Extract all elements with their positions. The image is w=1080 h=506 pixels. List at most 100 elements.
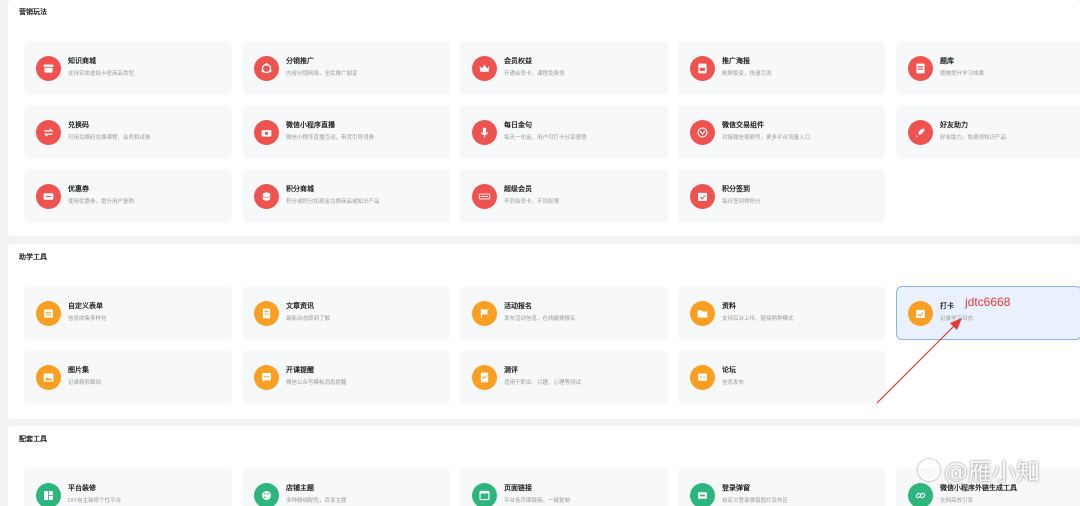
card-evaluation[interactable]: 测评 适用于职业、兴趣、心理等测试 xyxy=(460,350,668,404)
watermark: @雁小知 xyxy=(918,452,1040,487)
card-knowledge-mall[interactable]: 知识商城 支持实体虚拟卡密商品类型 xyxy=(24,41,232,95)
login-popup-icon xyxy=(690,483,715,506)
card-desc: 每天一句话，用户可打卡分享感悟 xyxy=(504,135,587,141)
card-title: 优惠券 xyxy=(68,186,89,193)
card-title: 超级会员 xyxy=(504,186,532,193)
card-member-benefits[interactable]: 会员权益 开通会员卡，课程免费领 xyxy=(460,41,668,95)
card-points-mall[interactable]: 积分商城 积分或积分加现金兑换商品或知识产品 xyxy=(242,169,450,223)
card-super-member[interactable]: 超级会员 不同会员卡，不同权限 xyxy=(460,169,668,223)
card-desc: 全网高效引流 xyxy=(940,498,974,504)
card-desc: 最新动态即刻了解 xyxy=(286,316,331,322)
forum-icon xyxy=(690,365,715,390)
card-desc: 微信公众号模板消息提醒 xyxy=(286,380,347,386)
poster-icon xyxy=(690,56,715,81)
layout-icon xyxy=(36,483,61,506)
card-desc: 不同会员卡，不同权限 xyxy=(504,199,560,205)
card-desc: 支持后台上传、链接两种模式 xyxy=(722,316,794,322)
card-forum[interactable]: 论坛 信息发布 xyxy=(678,350,886,404)
card-desc: 信息发布 xyxy=(722,380,745,386)
card-desc: 发布活动信息，在线缴费报名 xyxy=(504,316,576,322)
card-desc: 积分或积分加现金兑换商品或知识产品 xyxy=(286,199,380,205)
card-desc: 自定义登录弹窗图片及热区 xyxy=(722,498,789,504)
video-channel-icon xyxy=(690,120,715,145)
card-title: 打卡 xyxy=(940,303,954,310)
card-desc: 微信小程序直播互动，带货引导消费 xyxy=(286,135,375,141)
card-desc: 记录精彩瞬间 xyxy=(68,380,102,386)
calendar-check-icon xyxy=(690,184,715,209)
card-desc: DIY自主装修个性平台 xyxy=(68,498,122,504)
card-page-links[interactable]: 页面链接 平台各页面链接，一键复制 xyxy=(460,468,668,506)
browser-icon xyxy=(472,483,497,506)
card-class-reminder[interactable]: 开课提醒 微信公众号模板消息提醒 xyxy=(242,350,450,404)
card-articles[interactable]: 文章资讯 最新动态即刻了解 xyxy=(242,286,450,340)
share-icon xyxy=(254,56,279,81)
chat-bubble-icon xyxy=(254,365,279,390)
card-points-checkin[interactable]: 积分签到 每日签到得积分 xyxy=(678,169,886,223)
card-desc: 对接微信视频号，更多平台流量入口 xyxy=(722,135,811,141)
card-login-popup[interactable]: 登录弹窗 自定义登录弹窗图片及热区 xyxy=(678,468,886,506)
card-desc: 适用于职业、兴趣、心理等测试 xyxy=(504,380,582,386)
watermark-logo-icon xyxy=(918,458,940,481)
card-title: 平台装修 xyxy=(68,485,96,492)
card-promo-poster[interactable]: 推广海报 刷屏裂变，快速引流 xyxy=(678,41,886,95)
coupon-icon xyxy=(36,184,61,209)
card-coupon[interactable]: 优惠券 使用优惠券，提升用户复购 xyxy=(24,169,232,223)
folder-icon xyxy=(690,301,715,326)
evaluation-icon xyxy=(472,365,497,390)
flag-icon xyxy=(472,301,497,326)
card-title: 兑换码 xyxy=(68,122,89,129)
watermark-text: @雁小知 xyxy=(944,458,1040,486)
card-desc: 多种精细配色，百变主题 xyxy=(286,498,347,504)
svip-icon xyxy=(472,184,497,209)
card-desc: 题做提升学习效果 xyxy=(940,71,985,77)
card-title: 资料 xyxy=(722,303,736,310)
card-question-bank[interactable]: 题库 题做提升学习效果 xyxy=(896,41,1080,95)
card-title: 图片集 xyxy=(68,367,89,374)
card-redeem-code[interactable]: 兑换码 可用兑换码兑换课程、会员和试卷 xyxy=(24,105,232,159)
card-title: 店铺主题 xyxy=(286,485,314,492)
card-title: 积分商城 xyxy=(286,186,314,193)
palette-icon xyxy=(254,483,279,506)
checkin-icon xyxy=(908,301,933,326)
form-icon xyxy=(36,301,61,326)
card-event-signup[interactable]: 活动报名 发布活动信息，在线缴费报名 xyxy=(460,286,668,340)
card-title: 知识商城 xyxy=(68,58,96,65)
card-materials[interactable]: 资料 支持后台上传、链接两种模式 xyxy=(678,286,886,340)
card-store-theme[interactable]: 店铺主题 多种精细配色，百变主题 xyxy=(242,468,450,506)
card-title: 活动报名 xyxy=(504,303,532,310)
card-desc: 使用优惠券，提升用户复购 xyxy=(68,199,135,205)
card-title: 积分签到 xyxy=(722,186,750,193)
card-distribution[interactable]: 分销推广 内容分销网络，全民推广裂变 xyxy=(242,41,450,95)
card-friend-boost[interactable]: 好友助力 好友助力，免费领知识产品 xyxy=(896,105,1080,159)
annotation-text: jdtc6668 xyxy=(965,295,1011,309)
card-title: 开课提醒 xyxy=(286,367,314,374)
card-desc: 平台各页面链接，一键复制 xyxy=(504,498,571,504)
card-desc: 信息收集多样化 xyxy=(68,316,107,322)
card-title: 论坛 xyxy=(722,367,736,374)
card-platform-decor[interactable]: 平台装修 DIY自主装修个性平台 xyxy=(24,468,232,506)
card-image-gallery[interactable]: 图片集 记录精彩瞬间 xyxy=(24,350,232,404)
camera-icon xyxy=(254,120,279,145)
card-mini-program-live[interactable]: 微信小程序直播 微信小程序直播互动，带货引导消费 xyxy=(242,105,450,159)
card-title: 推广海报 xyxy=(722,58,750,65)
card-desc: 内容分销网络，全民推广裂变 xyxy=(286,71,358,77)
card-desc: 好友助力，免费领知识产品 xyxy=(940,135,1007,141)
card-title: 会员权益 xyxy=(504,58,532,65)
card-title: 好友助力 xyxy=(940,122,968,129)
card-custom-form[interactable]: 自定义表单 信息收集多样化 xyxy=(24,286,232,340)
card-title: 文章资讯 xyxy=(286,303,314,310)
card-daily-quote[interactable]: 每日金句 每天一句话，用户可打卡分享感悟 xyxy=(460,105,668,159)
card-title: 登录弹窗 xyxy=(722,485,750,492)
coins-icon xyxy=(254,184,279,209)
card-wechat-trade[interactable]: 微信交易组件 对接微信视频号，更多平台流量入口 xyxy=(678,105,886,159)
card-desc: 可用兑换码兑换课程、会员和试卷 xyxy=(68,135,151,141)
rocket-icon xyxy=(908,120,933,145)
card-title: 每日金句 xyxy=(504,122,532,129)
card-title: 测评 xyxy=(504,367,518,374)
exchange-icon xyxy=(36,120,61,145)
image-icon xyxy=(36,365,61,390)
card-title: 微信交易组件 xyxy=(722,122,764,129)
card-desc: 每日签到得积分 xyxy=(722,199,761,205)
card-desc: 支持实体虚拟卡密商品类型 xyxy=(68,71,135,77)
card-title: 微信小程序直播 xyxy=(286,122,335,129)
